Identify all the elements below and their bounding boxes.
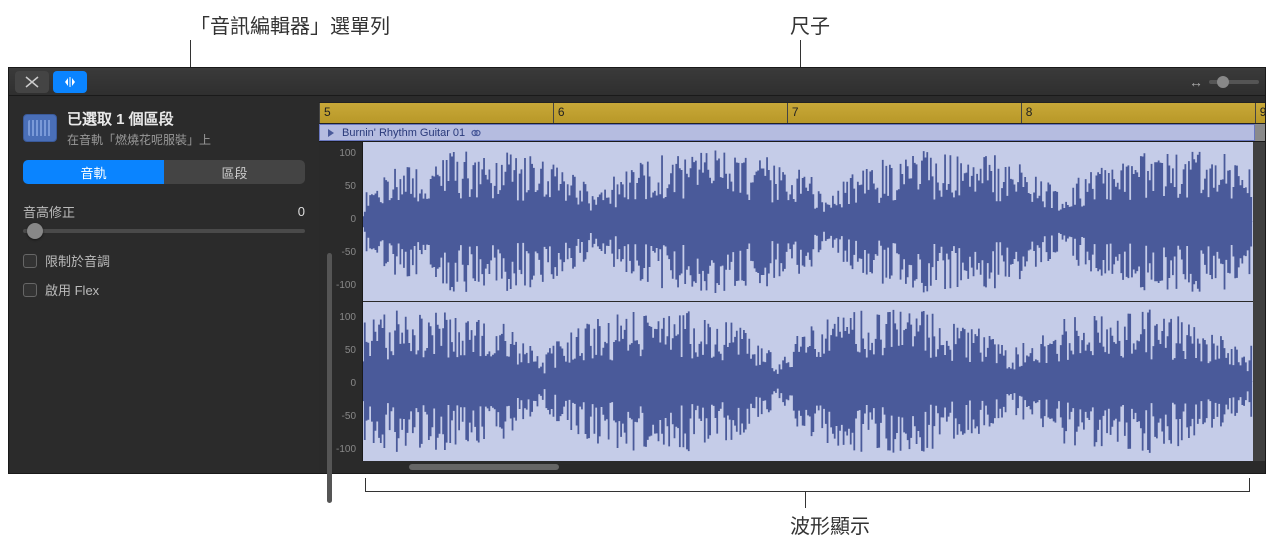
region-name-text: Burnin' Rhythm Guitar 01	[342, 127, 465, 139]
audio-editor-window: ↔ 已選取 1 個區段 在音軌「燃燒花呢服裝」上 音軌 區段 音高修正 0	[8, 67, 1266, 474]
limit-to-key-checkbox[interactable]	[23, 254, 37, 268]
annotation-line-menu-bar	[190, 40, 191, 68]
tab-track[interactable]: 音軌	[23, 160, 164, 184]
ruler-marker: 8	[1026, 105, 1033, 119]
zoom-horizontal-icon: ↔	[1189, 74, 1203, 90]
inspector-scrollbar[interactable]	[327, 253, 332, 503]
horizontal-scrollbar-thumb[interactable]	[409, 464, 559, 470]
zoom-slider[interactable]	[1209, 80, 1259, 84]
waveform-display[interactable]	[363, 142, 1253, 461]
audio-editor-menu-bar: ↔	[9, 68, 1265, 96]
enable-flex-label: 啟用 Flex	[45, 280, 99, 299]
ruler[interactable]: 5 6 7 8 9	[319, 102, 1265, 124]
play-icon	[326, 128, 336, 138]
selection-subtitle: 在音軌「燃燒花呢服裝」上	[67, 131, 211, 148]
inspector-panel: 已選取 1 個區段 在音軌「燃燒花呢服裝」上 音軌 區段 音高修正 0 限制於音…	[9, 96, 319, 473]
region-header-strip: Burnin' Rhythm Guitar 01	[319, 124, 1265, 142]
annotation-ruler: 尺子	[790, 10, 830, 39]
annotation-menu-bar: 「音訊編輯器」選單列	[190, 10, 390, 39]
flex-tool-button[interactable]	[53, 71, 87, 93]
pitch-correction-value: 0	[298, 204, 305, 219]
ruler-marker: 6	[558, 105, 565, 119]
enable-flex-checkbox[interactable]	[23, 283, 37, 297]
limit-to-key-label: 限制於音調	[45, 251, 110, 270]
horizontal-zoom-control[interactable]: ↔	[1189, 74, 1259, 90]
waveform-content-area: 5 6 7 8 9 Burnin' Rhythm Guitar 01 100 5…	[319, 96, 1265, 473]
pitch-correction-label: 音高修正	[23, 202, 75, 221]
annotation-waveform: 波形顯示	[790, 510, 870, 539]
region-name-bar[interactable]: Burnin' Rhythm Guitar 01	[319, 124, 1255, 141]
zoom-slider-thumb[interactable]	[1217, 76, 1229, 88]
pitch-correction-slider[interactable]	[23, 229, 305, 233]
selection-title: 已選取 1 個區段	[67, 108, 211, 129]
tab-region[interactable]: 區段	[164, 160, 305, 184]
ruler-marker: 7	[792, 105, 799, 119]
region-thumbnail-icon	[23, 114, 57, 142]
amplitude-scale: 100 50 0 -50 -100 100 50 0 -50 -100	[319, 142, 363, 461]
pitch-correction-slider-thumb[interactable]	[27, 223, 43, 239]
ruler-marker: 9	[1260, 105, 1265, 119]
scissors-tool-button[interactable]	[15, 71, 49, 93]
horizontal-scrollbar[interactable]	[319, 461, 1265, 473]
bracket-waveform	[365, 478, 1250, 492]
loop-icon	[471, 128, 481, 138]
inspector-tabs: 音軌 區段	[23, 160, 305, 184]
ruler-marker: 5	[324, 105, 331, 119]
annotation-line-waveform	[805, 492, 806, 508]
